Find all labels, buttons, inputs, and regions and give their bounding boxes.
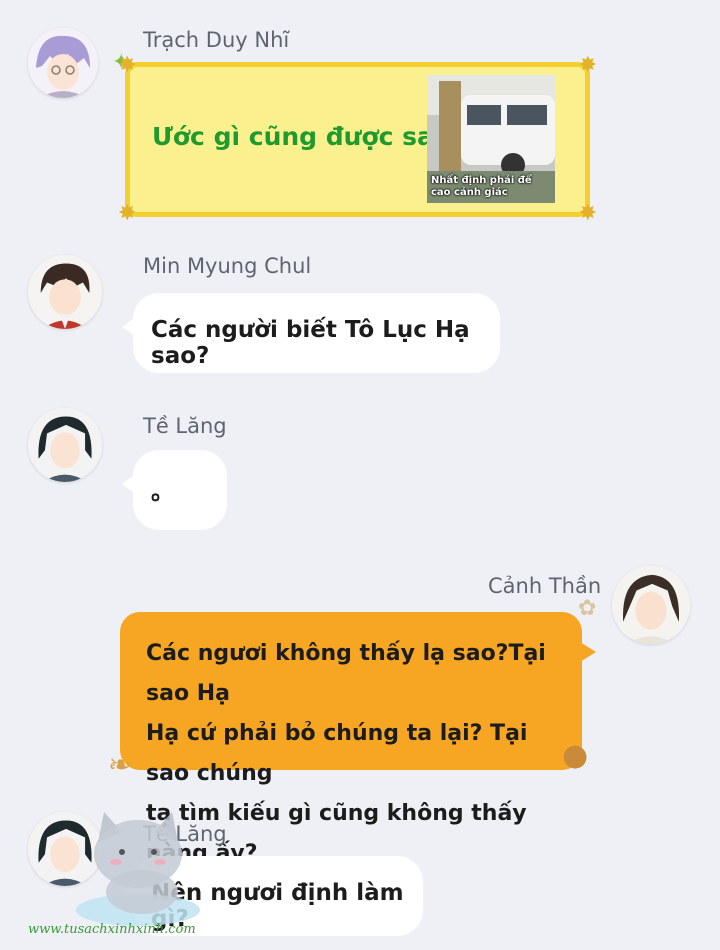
sender-name: Cảnh Thần [488,574,602,598]
cookie-decoration-icon: ❧ [108,748,132,781]
cat-watermark-icon [76,812,200,926]
photo-caption: Nhất định phải để cao cảnh giác [431,175,532,198]
avatar-image [28,28,98,98]
watermark-url: www.tusachxinhxinh.com [28,922,196,937]
star-decoration-icon: ✸ [578,201,597,226]
avatar-canh-than[interactable] [612,566,690,644]
avatar-image [612,566,690,644]
message-text: 。 [151,479,174,505]
sender-name: Tề Lăng [143,414,227,438]
star-decoration-icon: ✸ [578,53,597,78]
sender-name: Trạch Duy Nhĩ [143,28,290,52]
bubble-tail [122,317,136,337]
message-bubble-highlight[interactable]: ✸ ✸ ✸ ✸ Ước gì cũng được sao? Nhất định … [118,53,597,226]
avatar-image [28,255,102,329]
message-text: Các người biết Tô Lục Hạ sao? [151,317,470,369]
message-line: Hạ cứ phải bỏ chúng ta lại? Tại sao chún… [146,721,528,786]
avatar-image [28,408,102,482]
bubble-tail [122,474,136,494]
message-line: Các ngươi không thấy lạ sao?Tại sao Hạ [146,641,546,706]
message-photo[interactable]: Nhất định phải để cao cảnh giác [427,75,555,203]
cookie-decoration-icon: ● [562,738,589,773]
avatar-min-myung-chul[interactable] [28,255,102,329]
sender-name: Min Myung Chul [143,254,312,278]
flower-decoration-icon: ✿ [578,596,597,621]
message-text: Ước gì cũng được sao? [152,122,466,151]
avatar-trach-duy-nhi[interactable] [28,28,98,98]
message-bubble[interactable]: 。 [122,450,227,530]
message-bubble-highlight[interactable]: Các ngươi không thấy lạ sao?Tại sao Hạ H… [120,612,596,866]
star-decoration-icon: ✸ [118,201,137,226]
star-decoration-icon: ✸ [118,53,137,78]
avatar-te-lang[interactable] [28,408,102,482]
bubble-tail [580,642,596,662]
message-bubble[interactable]: Các người biết Tô Lục Hạ sao? [122,293,500,373]
